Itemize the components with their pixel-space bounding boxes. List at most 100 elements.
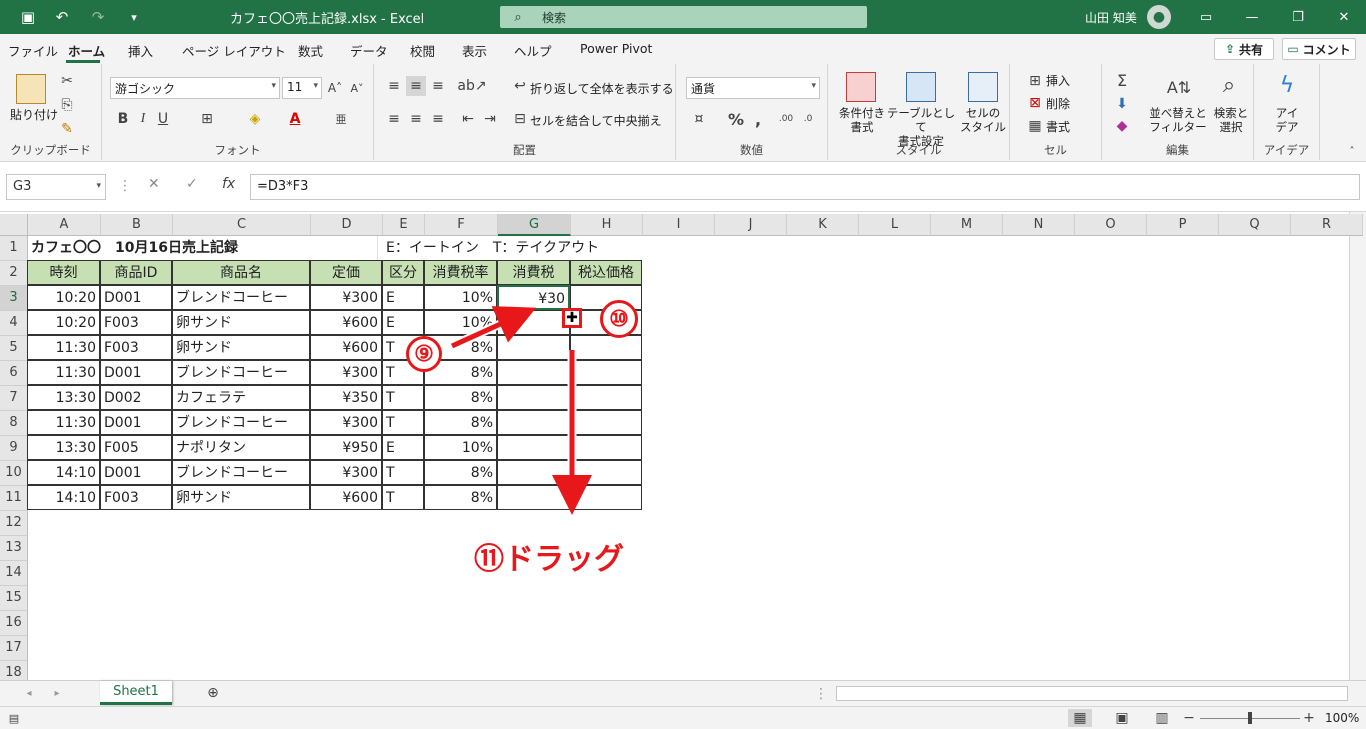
cell-E11[interactable]: T <box>382 485 424 510</box>
tab-help[interactable]: ヘルプ <box>514 41 552 60</box>
tab-power-pivot[interactable]: Power Pivot <box>580 41 652 56</box>
tab-data[interactable]: データ <box>350 41 388 60</box>
cell-E7[interactable]: T <box>382 385 424 410</box>
cell-G4[interactable] <box>497 310 570 335</box>
cell-styles-label[interactable]: セルの スタイル <box>956 106 1010 134</box>
cell-A4[interactable]: 10:20 <box>27 310 100 335</box>
cell-C3[interactable]: ブレンドコーヒー <box>172 285 310 310</box>
redo-icon[interactable]: ↷ <box>86 6 110 28</box>
name-box[interactable]: G3 ▾ <box>6 174 106 200</box>
sort-filter-icon[interactable]: A⇅ <box>1164 72 1194 102</box>
insert-cells-icon[interactable]: ⊞ <box>1026 72 1044 90</box>
cell-B5[interactable]: F003 <box>100 335 172 360</box>
increase-decimal-icon[interactable]: .00 <box>776 109 796 129</box>
copy-icon[interactable]: ⎘ <box>58 96 76 114</box>
undo-icon[interactable]: ↶ <box>50 6 74 28</box>
zoom-out-icon[interactable]: − <box>1182 709 1196 727</box>
align-top-icon[interactable]: ≡ <box>384 76 404 96</box>
cell-F3[interactable]: 10% <box>424 285 497 310</box>
cell-G7[interactable] <box>497 385 570 410</box>
header-cell-E[interactable]: 区分 <box>382 260 424 285</box>
cell-B11[interactable]: F003 <box>100 485 172 510</box>
restore-button[interactable]: ❐ <box>1278 6 1318 28</box>
cell-F10[interactable]: 8% <box>424 460 497 485</box>
merge-center-icon[interactable]: ⊟ <box>512 110 528 128</box>
sort-filter-label[interactable]: 並べ替えと フィルター <box>1148 106 1208 134</box>
italic-button[interactable]: I <box>134 110 152 128</box>
column-header-J[interactable]: J <box>715 214 787 236</box>
decrease-font-icon[interactable]: A˅ <box>348 79 366 97</box>
comment-button[interactable]: ▭ コメント <box>1282 38 1356 60</box>
column-header-F[interactable]: F <box>425 214 498 236</box>
cell-A5[interactable]: 11:30 <box>27 335 100 360</box>
cell-G9[interactable] <box>497 435 570 460</box>
tab-file[interactable]: ファイル <box>8 41 58 60</box>
column-header-K[interactable]: K <box>787 214 859 236</box>
sheet-tab-sheet1[interactable]: Sheet1 <box>100 681 172 705</box>
cell-B4[interactable]: F003 <box>100 310 172 335</box>
cell-B7[interactable]: D002 <box>100 385 172 410</box>
cell-D4[interactable]: ¥600 <box>310 310 382 335</box>
insert-function-icon[interactable]: fx <box>222 176 235 192</box>
cell-D7[interactable]: ¥350 <box>310 385 382 410</box>
font-name-select[interactable]: 游ゴシック ▾ <box>110 77 280 99</box>
macro-record-icon[interactable]: ▤ <box>6 710 22 726</box>
clear-icon[interactable]: ◆ <box>1112 116 1132 136</box>
cell-H10[interactable] <box>570 460 642 485</box>
cell-F11[interactable]: 8% <box>424 485 497 510</box>
borders-icon[interactable]: ⊞ <box>198 110 216 128</box>
column-header-L[interactable]: L <box>859 214 931 236</box>
cell-C7[interactable]: カフェラテ <box>172 385 310 410</box>
wrap-text-icon[interactable]: ↩ <box>512 77 528 95</box>
header-cell-F[interactable]: 消費税率 <box>424 260 497 285</box>
row-header-1[interactable]: 1 <box>0 236 28 261</box>
row-header-7[interactable]: 7 <box>0 386 28 411</box>
decrease-decimal-icon[interactable]: .0 <box>798 109 818 129</box>
cell-A3[interactable]: 10:20 <box>27 285 100 310</box>
cell-B10[interactable]: D001 <box>100 460 172 485</box>
column-header-B[interactable]: B <box>101 214 173 236</box>
tab-review[interactable]: 校閲 <box>410 41 435 60</box>
cell-H6[interactable] <box>570 360 642 385</box>
column-header-O[interactable]: O <box>1075 214 1147 236</box>
column-header-D[interactable]: D <box>311 214 383 236</box>
horizontal-scrollbar[interactable] <box>836 686 1348 701</box>
cell-A6[interactable]: 11:30 <box>27 360 100 385</box>
cell-D11[interactable]: ¥600 <box>310 485 382 510</box>
row-header-12[interactable]: 12 <box>0 511 28 536</box>
row-header-8[interactable]: 8 <box>0 411 28 436</box>
share-button[interactable]: ⇪ 共有 <box>1214 38 1274 60</box>
fill-color-icon[interactable]: ◈ <box>246 110 264 128</box>
cell-E8[interactable]: T <box>382 410 424 435</box>
tab-page-layout[interactable]: ページ レイアウト <box>182 41 286 60</box>
header-cell-B[interactable]: 商品ID <box>100 260 172 285</box>
align-left-icon[interactable]: ≡ <box>384 109 404 129</box>
align-middle-icon[interactable]: ≡ <box>406 76 426 96</box>
row-header-13[interactable]: 13 <box>0 536 28 561</box>
save-icon[interactable]: ▣ <box>16 6 40 28</box>
merge-center-label[interactable]: セルを結合して中央揃え <box>530 112 662 129</box>
font-size-select[interactable]: 11 ▾ <box>282 77 322 99</box>
close-button[interactable]: ✕ <box>1324 6 1364 28</box>
cell-C4[interactable]: 卵サンド <box>172 310 310 335</box>
decrease-indent-icon[interactable]: ⇤ <box>458 109 478 129</box>
row-header-16[interactable]: 16 <box>0 611 28 636</box>
comma-icon[interactable]: , <box>750 109 766 129</box>
zoom-slider-thumb[interactable] <box>1248 712 1252 724</box>
paste-icon[interactable] <box>16 74 46 104</box>
cell-F7[interactable]: 8% <box>424 385 497 410</box>
cell-A10[interactable]: 14:10 <box>27 460 100 485</box>
align-bottom-icon[interactable]: ≡ <box>428 76 448 96</box>
cell-H5[interactable] <box>570 335 642 360</box>
column-header-P[interactable]: P <box>1147 214 1219 236</box>
cell-C11[interactable]: 卵サンド <box>172 485 310 510</box>
row-header-3[interactable]: 3 <box>0 286 28 311</box>
cell-B9[interactable]: F005 <box>100 435 172 460</box>
column-header-I[interactable]: I <box>643 214 715 236</box>
cell-E3[interactable]: E <box>382 285 424 310</box>
row-header-4[interactable]: 4 <box>0 311 28 336</box>
cell-A1-title[interactable]: カフェ〇〇 10月16日売上記録 <box>28 236 378 261</box>
add-sheet-icon[interactable]: ⊕ <box>204 684 222 702</box>
page-break-view-icon[interactable]: ▥ <box>1150 709 1174 727</box>
column-header-N[interactable]: N <box>1003 214 1075 236</box>
